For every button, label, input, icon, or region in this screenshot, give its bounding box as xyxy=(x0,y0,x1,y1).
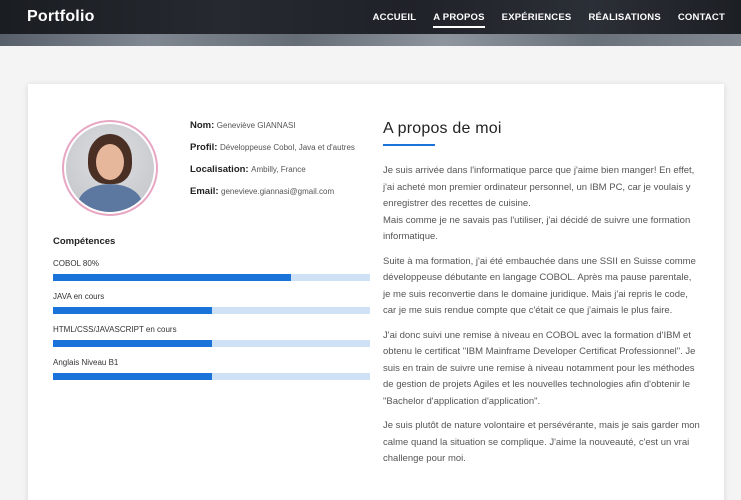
profile-name-row: Nom: Geneviève GIANNASI xyxy=(190,120,355,131)
skills-title: Compétences xyxy=(53,236,116,247)
profile-value: Développeuse Cobol, Java et d'autres xyxy=(219,143,355,152)
nav-realisations[interactable]: RÉALISATIONS xyxy=(588,12,660,28)
skills-section: Compétences COBOL 80% JAVA en cours HTML… xyxy=(53,236,370,391)
profile-email-row: Email: genevieve.giannasi@gmail.com xyxy=(190,186,355,197)
about-paragraph-3: J'ai donc suivi une remise à niveau en C… xyxy=(383,329,696,407)
skill-bar-fill xyxy=(53,274,291,281)
about-card: Nom: Geneviève GIANNASI Profil: Développ… xyxy=(28,84,724,500)
skill-bar xyxy=(53,274,370,281)
about-title: A propos de moi xyxy=(383,120,502,137)
nav-contact[interactable]: CONTACT xyxy=(678,12,725,28)
skill-item: COBOL 80% xyxy=(53,259,370,281)
skill-bar-fill xyxy=(53,373,212,380)
skill-label: JAVA en cours xyxy=(53,292,105,301)
skill-bar xyxy=(53,307,370,314)
skill-bar xyxy=(53,340,370,347)
nav-a-propos[interactable]: A PROPOS xyxy=(433,12,486,28)
about-section: A propos de moi Je suis arrivée dans l'i… xyxy=(383,120,701,476)
title-underline xyxy=(383,144,435,146)
skill-item: JAVA en cours xyxy=(53,292,370,314)
skill-bar-fill xyxy=(53,340,212,347)
profile-location-row: Localisation: Ambilly, France xyxy=(190,164,355,175)
name-value: Geneviève GIANNASI xyxy=(216,121,296,130)
site-header: Portfolio ACCUEIL A PROPOS EXPÉRIENCES R… xyxy=(0,0,741,46)
nav-accueil[interactable]: ACCUEIL xyxy=(373,12,417,28)
skill-label: Anglais Niveau B1 xyxy=(53,358,119,367)
location-label: Localisation: xyxy=(190,164,249,175)
name-label: Nom: xyxy=(190,120,215,131)
profile-label: Profil: xyxy=(190,142,218,153)
about-paragraph-1: Je suis arrivée dans l'informatique parc… xyxy=(383,165,695,242)
main-nav: ACCUEIL A PROPOS EXPÉRIENCES RÉALISATION… xyxy=(373,12,725,28)
about-paragraph-2: Suite à ma formation, j'ai été embauchée… xyxy=(383,255,696,317)
email-value: genevieve.giannasi@gmail.com xyxy=(221,187,335,196)
location-value: Ambilly, France xyxy=(251,165,306,174)
nav-experiences[interactable]: EXPÉRIENCES xyxy=(502,12,572,28)
brand-logo[interactable]: Portfolio xyxy=(27,8,95,26)
email-label: Email: xyxy=(190,186,219,197)
skill-bar-fill xyxy=(53,307,212,314)
about-paragraph-4: Je suis plutôt de nature volontaire et p… xyxy=(383,420,700,464)
profile-info: Nom: Geneviève GIANNASI Profil: Développ… xyxy=(190,120,355,208)
profile-photo xyxy=(66,124,154,212)
skill-item: HTML/CSS/JAVASCRIPT en cours xyxy=(53,325,370,347)
skill-label: COBOL 80% xyxy=(53,259,99,268)
skill-label: HTML/CSS/JAVASCRIPT en cours xyxy=(53,325,177,334)
avatar xyxy=(62,120,158,216)
skill-bar xyxy=(53,373,370,380)
skill-item: Anglais Niveau B1 xyxy=(53,358,370,380)
profile-profile-row: Profil: Développeuse Cobol, Java et d'au… xyxy=(190,142,355,153)
